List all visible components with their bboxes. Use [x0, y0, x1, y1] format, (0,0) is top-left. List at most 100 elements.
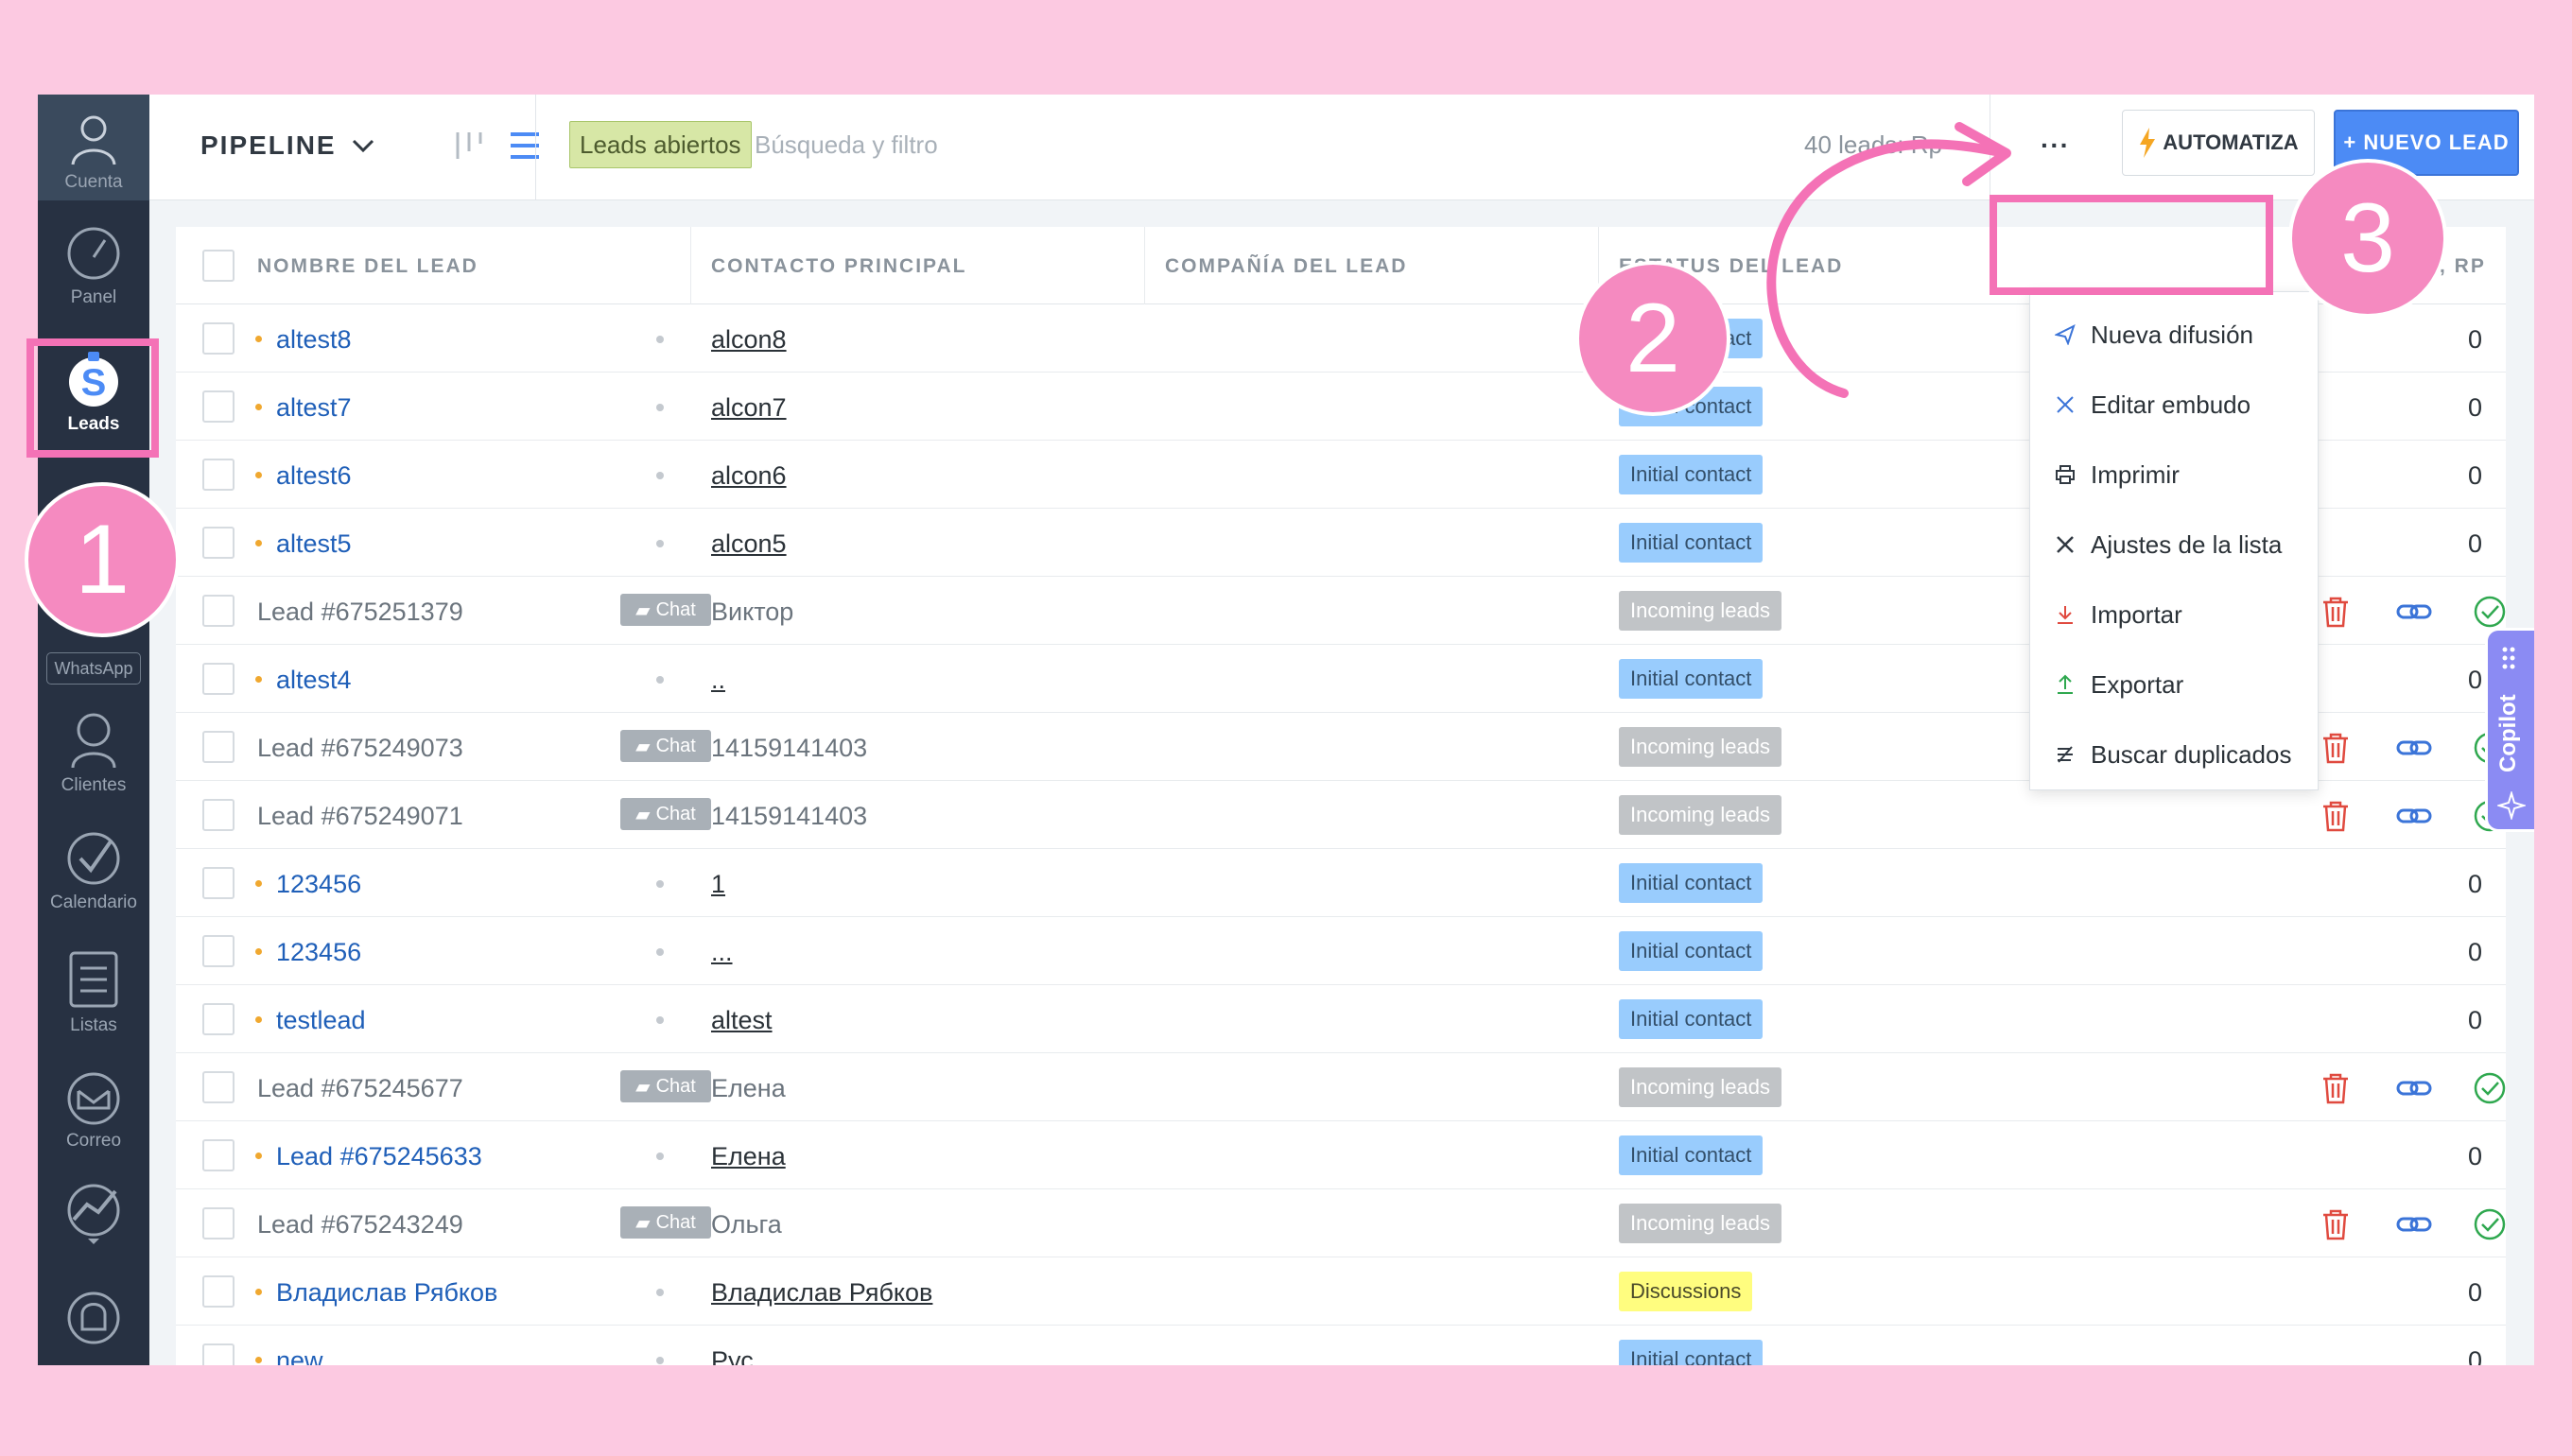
table-row[interactable]: Владислав Рябков Владислав Рябков Discus…: [176, 1257, 2506, 1326]
chat-badge[interactable]: ▰ Chat: [620, 1070, 711, 1102]
contact-link[interactable]: Елена: [711, 1142, 786, 1171]
row-checkbox[interactable]: [202, 459, 235, 491]
lead-name[interactable]: Lead #675249071: [257, 802, 463, 831]
trash-icon[interactable]: [2320, 1072, 2351, 1104]
menu-item-exportar[interactable]: Exportar: [2030, 650, 2320, 719]
column-header[interactable]: CONTACTO PRINCIPAL: [711, 255, 967, 278]
menu-item-importar[interactable]: Importar: [2030, 580, 2320, 650]
sidebar-item-stats[interactable]: [38, 1182, 149, 1254]
row-checkbox[interactable]: [202, 1071, 235, 1103]
link-icon[interactable]: [2396, 732, 2432, 764]
column-header[interactable]: NOMBRE DEL LEAD: [257, 255, 478, 278]
row-checkbox[interactable]: [202, 1003, 235, 1035]
check-circle-icon[interactable]: [2474, 1208, 2506, 1240]
row-checkbox[interactable]: [202, 731, 235, 763]
sidebar-item-correo[interactable]: Correo: [38, 1072, 149, 1152]
row-checkbox[interactable]: [202, 1207, 235, 1239]
row-checkbox[interactable]: [202, 663, 235, 695]
more-options-button[interactable]: ···: [2041, 130, 2070, 161]
row-checkbox[interactable]: [202, 867, 235, 899]
menu-item-imprimir[interactable]: Imprimir: [2030, 440, 2320, 510]
trash-icon[interactable]: [2320, 1208, 2351, 1240]
menu-item-buscar-duplicados[interactable]: Buscar duplicados: [2030, 719, 2320, 789]
table-row[interactable]: Lead #675245677 ▰ Chat Елена Incoming lea…: [176, 1053, 2506, 1121]
chat-badge[interactable]: ▰ Chat: [620, 730, 711, 762]
lead-name-link[interactable]: Владислав Рябков: [276, 1278, 497, 1308]
row-checkbox[interactable]: [202, 935, 235, 967]
lead-name-link[interactable]: altest5: [276, 529, 352, 559]
sidebar-whatsapp-button[interactable]: WhatsApp: [46, 652, 141, 685]
lead-name-link[interactable]: altest7: [276, 393, 352, 423]
table-row[interactable]: Lead #675243249 ▰ Chat Ольга Incoming lea…: [176, 1189, 2506, 1257]
contact-link[interactable]: Владислав Рябков: [711, 1278, 932, 1308]
row-checkbox[interactable]: [202, 390, 235, 423]
table-row[interactable]: Lead #675245633 Елена Initial contact 0: [176, 1121, 2506, 1189]
lead-name-link[interactable]: 123456: [276, 870, 361, 899]
sidebar-item-cuenta[interactable]: Cuenta: [38, 95, 149, 200]
lead-name[interactable]: Lead #675243249: [257, 1210, 463, 1239]
sidebar-item-panel[interactable]: Panel: [38, 225, 149, 308]
lead-name-link[interactable]: altest6: [276, 461, 352, 491]
sidebar-item-clientes[interactable]: Clientes: [38, 709, 149, 796]
menu-item-editar-embudo[interactable]: Editar embudo: [2030, 370, 2320, 440]
lead-name-link[interactable]: new: [276, 1346, 323, 1365]
copilot-tab[interactable]: Copilot: [2485, 628, 2534, 832]
contact-link[interactable]: Рус: [711, 1346, 754, 1365]
link-icon[interactable]: [2396, 1072, 2432, 1104]
link-icon[interactable]: [2396, 800, 2432, 832]
menu-item-nueva-difusion[interactable]: Nueva difusión: [2030, 300, 2320, 370]
contact-name[interactable]: Виктор: [711, 598, 793, 627]
chat-badge[interactable]: ▰ Chat: [620, 594, 711, 626]
check-circle-icon[interactable]: [2474, 596, 2506, 628]
contact-link[interactable]: alcon7: [711, 393, 787, 423]
table-row[interactable]: testlead altest Initial contact 0: [176, 985, 2506, 1053]
search-input[interactable]: [755, 121, 1341, 168]
lead-name-link[interactable]: Lead #675245633: [276, 1142, 482, 1171]
lead-name-link[interactable]: altest4: [276, 666, 352, 695]
sidebar-item-notifications[interactable]: [38, 1288, 149, 1354]
contact-name[interactable]: 14159141403: [711, 734, 867, 763]
contact-name[interactable]: Елена: [711, 1074, 786, 1103]
automatiza-button[interactable]: AUTOMATIZA: [2122, 110, 2315, 176]
column-header[interactable]: , RP: [2440, 255, 2486, 278]
contact-link[interactable]: altest: [711, 1006, 773, 1035]
filter-tag-leads-abiertos[interactable]: Leads abiertos: [569, 121, 752, 168]
chat-badge[interactable]: ▰ Chat: [620, 798, 711, 830]
contact-link[interactable]: ...: [711, 938, 733, 967]
lead-name-link[interactable]: testlead: [276, 1006, 366, 1035]
lead-name[interactable]: Lead #675249073: [257, 734, 463, 763]
row-checkbox[interactable]: [202, 1275, 235, 1308]
link-icon[interactable]: [2396, 596, 2432, 628]
select-all-checkbox[interactable]: [202, 250, 235, 282]
chat-badge[interactable]: ▰ Chat: [620, 1206, 711, 1239]
row-checkbox[interactable]: [202, 595, 235, 627]
row-checkbox[interactable]: [202, 1343, 235, 1365]
kanban-view-icon[interactable]: [454, 127, 486, 165]
contact-link[interactable]: ..: [711, 666, 725, 695]
column-header[interactable]: COMPAÑÍA DEL LEAD: [1165, 255, 1407, 278]
lead-name-link[interactable]: 123456: [276, 938, 361, 967]
trash-icon[interactable]: [2320, 732, 2351, 764]
table-row[interactable]: 123456 1 Initial contact 0: [176, 849, 2506, 917]
contact-link[interactable]: alcon8: [711, 325, 787, 355]
lead-name[interactable]: Lead #675245677: [257, 1074, 463, 1103]
menu-item-ajustes-lista[interactable]: Ajustes de la lista: [2030, 510, 2320, 580]
link-icon[interactable]: [2396, 1208, 2432, 1240]
row-checkbox[interactable]: [202, 1139, 235, 1171]
table-row[interactable]: Lead #675249071 ▰ Chat 14159141403 Incomi…: [176, 781, 2506, 849]
contact-name[interactable]: 14159141403: [711, 802, 867, 831]
sidebar-item-listas[interactable]: Listas: [38, 949, 149, 1036]
table-row[interactable]: 123456 ... Initial contact 0: [176, 917, 2506, 985]
table-row[interactable]: new Рус Initial contact 0: [176, 1326, 2506, 1365]
sidebar-item-calendario[interactable]: Calendario: [38, 830, 149, 913]
pipeline-selector[interactable]: PIPELINE: [200, 130, 374, 161]
trash-icon[interactable]: [2320, 596, 2351, 628]
contact-name[interactable]: Ольга: [711, 1210, 782, 1239]
lead-name[interactable]: Lead #675251379: [257, 598, 463, 627]
contact-link[interactable]: alcon6: [711, 461, 787, 491]
trash-icon[interactable]: [2320, 800, 2351, 832]
row-checkbox[interactable]: [202, 527, 235, 559]
contact-link[interactable]: alcon5: [711, 529, 787, 559]
check-circle-icon[interactable]: [2474, 1072, 2506, 1104]
contact-link[interactable]: 1: [711, 870, 725, 899]
